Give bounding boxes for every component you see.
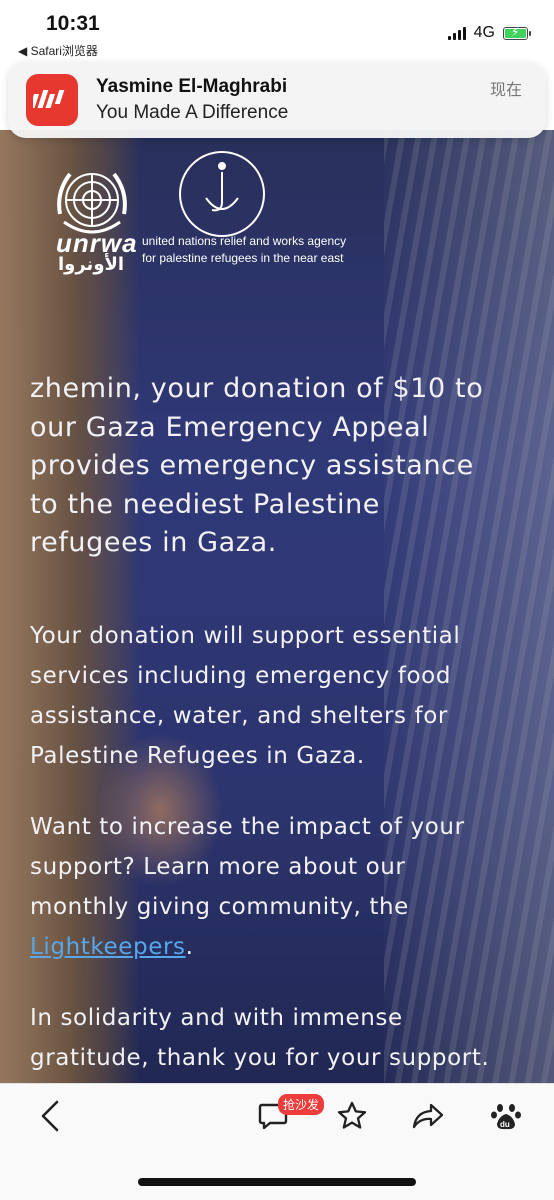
status-indicators: 4G ⚡ xyxy=(447,24,531,42)
network-type: 4G xyxy=(473,24,495,41)
email-hero: unrwa الأونروا united nations relief and… xyxy=(0,130,554,1083)
back-button[interactable] xyxy=(32,1098,68,1134)
org-name-line-2: for palestine refugees in the near east xyxy=(142,251,344,265)
home-indicator xyxy=(138,1178,416,1186)
notification-sender: Yasmine El-Maghrabi xyxy=(96,76,288,97)
unrwa-emblem-icon xyxy=(179,151,265,237)
status-time: 10:31 xyxy=(46,12,100,35)
baidu-paw-icon: du xyxy=(491,1104,521,1130)
back-icon xyxy=(41,1100,59,1132)
signal-icon xyxy=(447,26,466,40)
impact-message: Want to increase the impact of your supp… xyxy=(30,814,465,960)
donation-message: zhemin, your donation of $10 to our Gaza… xyxy=(30,373,484,558)
support-message: Your donation will support essential ser… xyxy=(30,623,461,769)
org-name-line-1: united nations relief and works agency xyxy=(142,234,347,248)
svg-text:du: du xyxy=(500,1120,510,1129)
unrwa-arabic-wordmark: الأونروا xyxy=(58,254,125,274)
notification-time: 现在 xyxy=(489,82,522,99)
star-icon xyxy=(337,1101,367,1129)
gratitude-message: In solidarity and with immense gratitude… xyxy=(30,1005,490,1071)
notification-banner[interactable]: Yasmine El-Maghrabi You Made A Differenc… xyxy=(8,62,546,138)
comment-badge: 抢沙发 xyxy=(278,1094,325,1115)
notification-subject: You Made A Difference xyxy=(96,102,289,123)
app-icon xyxy=(26,74,78,126)
baidu-button[interactable]: du xyxy=(486,1098,526,1134)
back-to-app-link[interactable]: ◀ Safari浏览器 xyxy=(18,42,98,59)
battery-icon: ⚡ xyxy=(503,25,531,40)
lightkeepers-link[interactable]: Lightkeepers xyxy=(30,934,186,960)
status-bar: 10:31 ◀ Safari浏览器 4G ⚡ xyxy=(0,0,554,60)
share-button[interactable] xyxy=(408,1098,448,1134)
favorite-button[interactable] xyxy=(332,1098,372,1134)
share-icon xyxy=(412,1103,444,1129)
